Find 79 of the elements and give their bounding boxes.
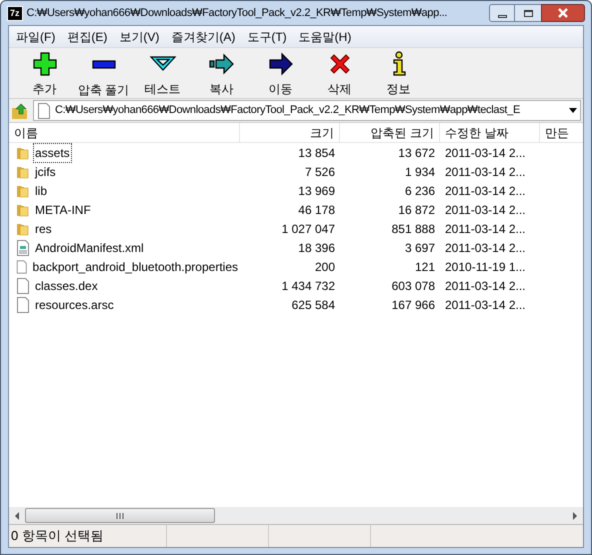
column-header[interactable]: 이름 (9, 123, 240, 142)
toolbar-button[interactable]: 압축 풀기 (74, 50, 133, 99)
folder-icon (16, 164, 30, 178)
plus-icon (30, 50, 58, 78)
toolbar-button[interactable]: 정보 (369, 50, 428, 98)
column-header[interactable]: 크기 (240, 123, 340, 142)
file-name[interactable]: resources.arsc (33, 294, 116, 314)
table-cell-text: 3 697 (404, 240, 436, 256)
table-cell-text: 851 888 (390, 220, 436, 238)
minus-icon (92, 60, 116, 69)
folder-icon (16, 146, 30, 160)
table-cell-text: 167 966 (390, 296, 436, 314)
folder-up-icon[interactable] (11, 102, 29, 120)
file-name[interactable]: META-INF (33, 200, 93, 220)
file-name[interactable]: assets (33, 142, 72, 162)
toolbar-button[interactable]: 이동 (251, 50, 310, 98)
file-name[interactable]: jcifs (33, 162, 58, 182)
folder-icon (16, 222, 30, 236)
table-cell-text: 18 396 (297, 240, 336, 256)
folder-icon (16, 202, 30, 216)
xml-file-icon (16, 240, 30, 256)
column-header[interactable]: 압축된 크기 (340, 123, 440, 142)
table-cell-text: 2011-03-14 2... (444, 164, 527, 180)
table-cell-text: 6 236 (404, 182, 436, 200)
file-icon (37, 102, 51, 118)
column-header[interactable]: 만든 (540, 123, 583, 142)
scrollbar-thumb[interactable] (25, 508, 215, 523)
table-cell-text: 2010-11-19 1... (444, 258, 527, 276)
arrow-right-icon (266, 50, 294, 78)
file-icon (16, 296, 30, 312)
address-field[interactable]: C:₩Users₩yohan666₩Downloads₩FactoryTool_Pack_v2.2_KR₩Temp₩System₩app₩teclast_E (33, 100, 581, 121)
dropdown-arrow-icon[interactable] (569, 108, 577, 113)
maximize-button[interactable] (515, 4, 541, 22)
folder-icon (16, 184, 30, 198)
table-cell-text: 13 672 (397, 144, 436, 162)
file-name[interactable]: AndroidManifest.xml (33, 238, 146, 258)
menu-item[interactable]: 보기(V) (114, 28, 164, 46)
table-cell-text: 2011-03-14 2... (444, 202, 527, 218)
minimize-button[interactable] (489, 4, 515, 22)
app-icon: 7z (7, 6, 23, 20)
table-cell-text: 7 526 (304, 164, 336, 180)
toolbar-button[interactable]: 테스트 (133, 50, 192, 98)
file-name[interactable]: backport_android_bluetooth.properties (30, 256, 240, 276)
grip-icon (116, 512, 124, 518)
table-cell-text: 2011-03-14 2... (444, 182, 527, 200)
table-cell-text: 2011-03-14 2... (444, 144, 527, 162)
table-cell-text: 200 (314, 258, 336, 276)
status-text: 0 항목이 선택됨 (9, 525, 167, 547)
menu-item[interactable]: 파일(F) (11, 28, 60, 46)
table-cell-text: 2011-03-14 2... (444, 240, 527, 256)
table-cell-text: 1 434 732 (280, 278, 336, 294)
table-cell-text: 2011-03-14 2... (444, 278, 527, 294)
menu-item[interactable]: 즐겨찾기(A) (166, 28, 240, 46)
table-cell-text: 13 969 (297, 182, 336, 200)
table-cell-text: 1 934 (404, 164, 436, 180)
table-cell-text: 2011-03-14 2... (444, 296, 527, 314)
file-icon (16, 278, 30, 294)
table-cell-text: 121 (414, 258, 436, 276)
table-cell-text: 16 872 (397, 202, 436, 218)
menu-item[interactable]: 편집(E) (62, 28, 112, 46)
table-cell-text: 46 178 (297, 202, 336, 218)
file-name[interactable]: lib (33, 180, 50, 200)
toolbar-button[interactable]: 복사 (192, 50, 251, 98)
menu-item[interactable]: 도움말(H) (294, 28, 356, 46)
table-cell-text: 13 854 (297, 144, 336, 162)
menu-item[interactable]: 도구(T) (242, 28, 292, 46)
close-button[interactable] (541, 4, 585, 22)
table-cell-text: 1 027 047 (280, 220, 336, 238)
column-header[interactable]: 수정한 날짜 (440, 123, 540, 142)
toolbar-button[interactable]: 삭제 (310, 50, 369, 98)
table-cell-text: 603 078 (390, 278, 436, 294)
file-name[interactable]: classes.dex (33, 276, 100, 296)
window-title: C:₩Users₩yohan666₩Downloads₩FactoryTool_Pack_v2.2_KR₩Temp₩System₩app... (26, 6, 448, 21)
table-cell-text: 625 584 (290, 296, 336, 314)
toolbar-button[interactable]: 추가 (15, 50, 74, 98)
table-cell-text: 2011-03-14 2... (444, 220, 527, 238)
file-icon (16, 258, 28, 274)
file-name[interactable]: res (33, 218, 54, 238)
close-icon (558, 8, 568, 18)
